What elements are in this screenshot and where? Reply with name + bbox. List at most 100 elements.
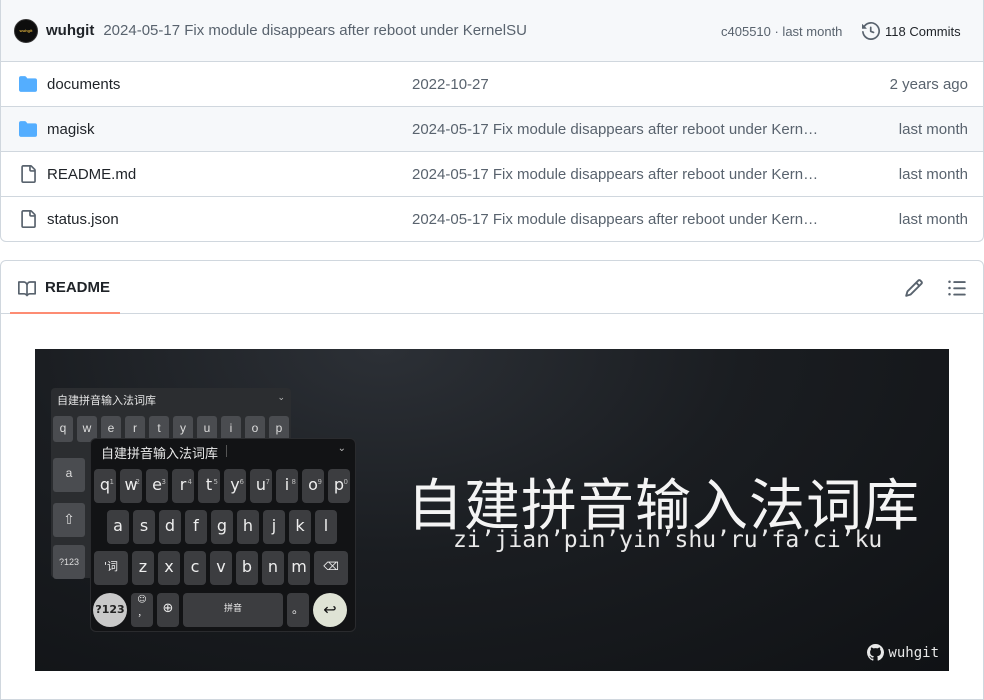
- avatar[interactable]: wuhgit: [14, 18, 38, 43]
- keyboard-row-2: asdfghjkl: [107, 510, 337, 544]
- keyboard-key-label: x: [164, 557, 174, 576]
- list-icon[interactable]: [947, 278, 967, 298]
- keyboard-key-label: s: [139, 516, 149, 535]
- keyboard-key: x: [158, 551, 180, 585]
- keyboard-key-number: 7: [265, 478, 270, 486]
- keyboard-key: t5: [198, 469, 220, 503]
- keyboard-key: z: [132, 551, 154, 585]
- keyboard-key-number: 3: [161, 478, 166, 486]
- keyboard-back-key-123: ?123: [53, 545, 85, 579]
- keyboard-key-label: y: [230, 475, 240, 494]
- commits-count: 118 Commits: [885, 23, 961, 39]
- keyboard-row-1: q1w2e3r4t5y6u7i8o9p0: [94, 469, 350, 503]
- file-row-readme[interactable]: README.md 2024-05-17 Fix module disappea…: [1, 152, 983, 197]
- file-name[interactable]: magisk: [47, 121, 95, 138]
- file-row-status[interactable]: status.json 2024-05-17 Fix module disapp…: [1, 197, 983, 241]
- keyboard-key: f: [185, 510, 207, 544]
- file-commit-message[interactable]: 2024-05-17 Fix module disappears after r…: [412, 121, 832, 138]
- commit-meta[interactable]: c405510 · last month: [721, 24, 842, 39]
- file-date: last month: [898, 211, 968, 228]
- keyboard-bar-text: 自建拼音输入法词库: [101, 446, 219, 461]
- keyboard-key: m: [288, 551, 310, 585]
- keyboard-key-comma: ，: [137, 609, 147, 619]
- keyboard-key-number: 0: [343, 478, 348, 486]
- keyboard-key-label: g: [216, 516, 228, 535]
- keyboard-key-label: t: [205, 475, 213, 494]
- keyboard-key: v: [210, 551, 232, 585]
- backspace-icon: ⌫: [314, 551, 348, 585]
- keyboard-key-label: i: [284, 475, 290, 494]
- keyboard-key: c: [184, 551, 206, 585]
- keyboard-key: q1: [94, 469, 116, 503]
- keyboard-separator: [226, 445, 227, 457]
- keyboard-key-space: 拼音: [183, 593, 283, 627]
- keyboard-key: g: [211, 510, 233, 544]
- file-commit-message[interactable]: 2022-10-27: [412, 76, 832, 93]
- keyboard-key-number: 1: [109, 478, 114, 486]
- keyboard-key-number: 5: [213, 478, 218, 486]
- keyboard-key-label: k: [295, 516, 305, 535]
- latest-commit-bar: wuhgit wuhgit 2024-05-17 Fix module disa…: [1, 0, 983, 62]
- keyboard-key: j: [263, 510, 285, 544]
- keyboard-key: b: [236, 551, 258, 585]
- keyboard-key-label: o: [308, 475, 318, 494]
- book-icon: [18, 281, 36, 297]
- file-browser: wuhgit wuhgit 2024-05-17 Fix module disa…: [0, 0, 984, 242]
- keyboard-key: s: [133, 510, 155, 544]
- keyboard-key-label: n: [267, 557, 279, 576]
- keyboard-key-label: h: [242, 516, 254, 535]
- file-date: last month: [898, 121, 968, 138]
- keyboard-key-label: m: [291, 557, 307, 576]
- readme-tab-label: README: [45, 279, 111, 296]
- keyboard-front: 自建拼音输入法词库 ⌄ q1w2e3r4t5y6u7i8o9p0 asdfghj…: [90, 438, 356, 632]
- keyboard-key-label: r: [179, 475, 187, 494]
- keyboard-key: n: [262, 551, 284, 585]
- keyboard-key: p0: [328, 469, 350, 503]
- readme-header: README: [1, 261, 983, 314]
- keyboard-key: e3: [146, 469, 168, 503]
- file-icon: [21, 165, 36, 183]
- keyboard-key-label: c: [190, 557, 200, 576]
- history-icon: [862, 22, 880, 40]
- keyboard-key: h: [237, 510, 259, 544]
- keyboard-key-period: 。: [287, 593, 309, 627]
- github-icon: [867, 644, 885, 661]
- keyboard-key-label: j: [271, 516, 277, 535]
- banner-brand: wuhgit: [867, 644, 939, 661]
- pencil-icon[interactable]: [904, 278, 924, 298]
- file-date: 2 years ago: [889, 76, 968, 93]
- keyboard-key-123: ?123: [93, 593, 127, 627]
- chevron-down-icon: ⌄: [337, 443, 346, 454]
- keyboard-key-label: u: [255, 475, 267, 494]
- keyboard-key: u7: [250, 469, 272, 503]
- keyboard-key-number: 2: [135, 478, 140, 486]
- chevron-down-icon: ⌄: [277, 392, 285, 402]
- file-name[interactable]: status.json: [47, 211, 119, 228]
- globe-icon: ⊕: [157, 593, 179, 627]
- keyboard-key-number: 6: [239, 478, 244, 486]
- file-commit-message[interactable]: 2024-05-17 Fix module disappears after r…: [412, 211, 832, 228]
- keyboard-key: l: [315, 510, 337, 544]
- enter-icon: ↩: [313, 593, 347, 627]
- keyboard-key-label: v: [216, 557, 226, 576]
- keyboard-row-3: '词 zxcvbnm ⌫: [94, 551, 348, 585]
- commit-message[interactable]: 2024-05-17 Fix module disappears after r…: [103, 22, 527, 39]
- file-date: last month: [898, 166, 968, 183]
- keyboard-key-label: b: [241, 557, 253, 576]
- readme-banner-image: 自建拼音输入法词库 ⌄ qwertyuiop a ⇧ ?123 自建拼音输入法词…: [35, 349, 949, 671]
- file-name[interactable]: documents: [47, 76, 120, 93]
- keyboard-key-emoji: ☺，: [131, 593, 153, 627]
- file-commit-message[interactable]: 2024-05-17 Fix module disappears after r…: [412, 166, 832, 183]
- keyboard-key-label: a: [113, 516, 123, 535]
- keyboard-key: r4: [172, 469, 194, 503]
- banner-brand-text: wuhgit: [888, 644, 939, 661]
- keyboard-key: d: [159, 510, 181, 544]
- commit-author[interactable]: wuhgit: [46, 22, 94, 39]
- file-row-documents[interactable]: documents 2022-10-27 2 years ago: [1, 62, 983, 107]
- folder-icon: [19, 76, 37, 92]
- file-name[interactable]: README.md: [47, 166, 136, 183]
- keyboard-back-key-a: a: [53, 458, 85, 492]
- commits-link[interactable]: 118 Commits: [862, 22, 961, 40]
- tab-readme[interactable]: README: [10, 261, 120, 314]
- file-row-magisk[interactable]: magisk 2024-05-17 Fix module disappears …: [1, 107, 983, 152]
